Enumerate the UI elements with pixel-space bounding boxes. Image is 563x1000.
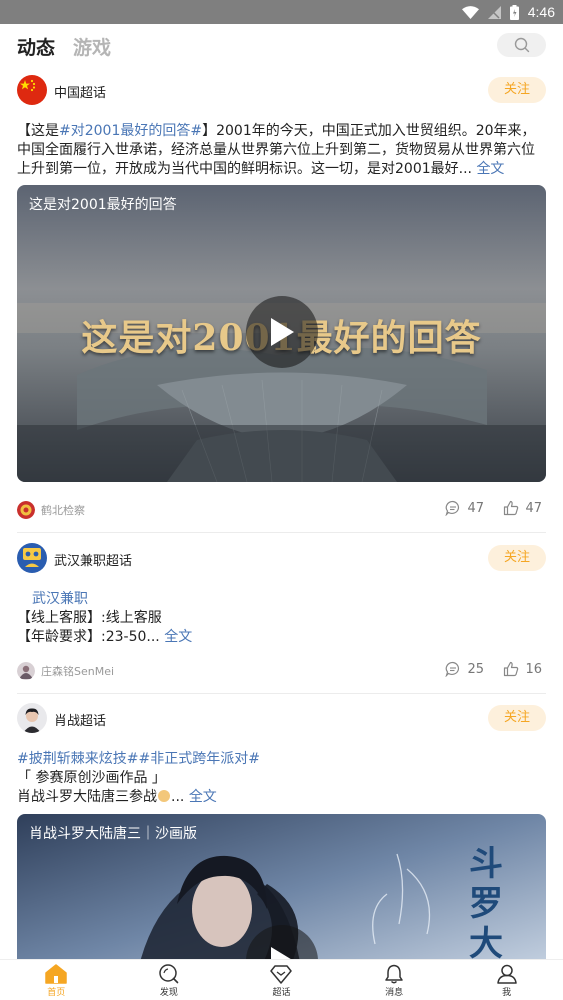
person-icon (496, 964, 517, 984)
comment-icon (445, 500, 460, 516)
nav-label: 首页 (47, 988, 66, 998)
post-text[interactable]: 武汉兼职 【线上客服】:线上客服 【年龄要求】:23-50... 全文 (17, 590, 546, 647)
author-avatar[interactable] (17, 501, 35, 519)
nav-label: 超话 (272, 988, 291, 998)
follow-button[interactable]: 关注 (488, 77, 546, 103)
post-header: 肖战超话 关注 (17, 703, 546, 735)
video-player[interactable]: 这是对2001最好的回答 这是对2001最好的回答 (17, 185, 546, 482)
post-footer: 鹤北检察 47 47 (17, 499, 546, 521)
expand-full-text[interactable]: 全文 (476, 161, 504, 177)
group-name[interactable]: 中国超话 (54, 82, 106, 101)
post-footer: 庄森铭SenMei 25 16 (17, 660, 546, 682)
author-name[interactable]: 鹤北检察 (41, 502, 85, 518)
author-avatar[interactable] (17, 662, 35, 680)
nav-me[interactable]: 我 (450, 960, 563, 1000)
comment-icon (445, 661, 460, 677)
play-icon (271, 318, 294, 346)
thumbs-up-icon (504, 500, 519, 516)
post-header: 中国超话 关注 (17, 75, 546, 107)
diamond-icon (270, 965, 293, 984)
bell-icon (385, 964, 403, 984)
topic-link[interactable]: #对2001最好的回答# (59, 123, 202, 139)
nav-home[interactable]: 首页 (0, 960, 113, 1000)
tab-dynamic[interactable]: 动态 (17, 33, 55, 60)
nav-label: 我 (502, 988, 512, 998)
discover-icon (159, 964, 179, 984)
home-icon (45, 964, 68, 984)
tab-games[interactable]: 游戏 (73, 33, 111, 60)
video-calligraphy-text: 斗罗大 (469, 844, 503, 959)
expand-full-text[interactable]: 全文 (189, 789, 217, 805)
play-icon (271, 947, 291, 959)
status-bar: 4:46 (0, 0, 563, 24)
signal-icon (487, 5, 501, 19)
top-bar: 动态 游戏 (0, 24, 563, 66)
like-button[interactable]: 16 (503, 661, 542, 677)
nav-super-topic[interactable]: 超话 (225, 960, 338, 1000)
video-title: 肖战斗罗大陆唐三｜沙画版 (29, 826, 197, 842)
wifi-icon (461, 5, 479, 19)
comment-button[interactable]: 47 (445, 500, 484, 516)
nav-label: 发现 (159, 988, 178, 998)
post-text[interactable]: 【这是#对2001最好的回答#】2001年的今天，中国正式加入世贸组织。20年来… (17, 122, 546, 179)
bottom-nav: 首页 发现 超话 消息 我 (0, 959, 563, 1000)
emoji-icon (158, 790, 170, 802)
search-button[interactable] (497, 33, 546, 57)
follow-button[interactable]: 关注 (488, 545, 546, 571)
group-avatar[interactable] (17, 703, 47, 733)
author-name[interactable]: 庄森铭SenMei (41, 663, 114, 679)
comment-button[interactable]: 25 (445, 661, 484, 677)
topic-link[interactable]: #披荆斩棘来炫技##非正式跨年派对# (17, 750, 546, 769)
battery-icon (509, 4, 519, 20)
topic-tag[interactable]: 武汉兼职 (17, 590, 546, 609)
divider (17, 693, 546, 694)
play-button[interactable] (246, 296, 318, 368)
group-avatar[interactable] (17, 543, 47, 573)
group-name[interactable]: 肖战超话 (54, 710, 106, 729)
divider (17, 532, 546, 533)
video-player[interactable]: 肖战斗罗大陆唐三｜沙画版 斗罗大 (17, 814, 546, 959)
like-count: 16 (525, 661, 542, 677)
comment-count: 47 (467, 500, 484, 516)
nav-label: 消息 (385, 988, 404, 998)
nav-messages[interactable]: 消息 (338, 960, 451, 1000)
video-title: 这是对2001最好的回答 (29, 197, 177, 213)
follow-button[interactable]: 关注 (488, 705, 546, 731)
like-count: 47 (525, 500, 542, 516)
comment-count: 25 (467, 661, 484, 677)
group-name[interactable]: 武汉兼职超话 (54, 550, 132, 569)
like-button[interactable]: 47 (503, 500, 542, 516)
post-text[interactable]: #披荆斩棘来炫技##非正式跨年派对# 「 参赛原创沙画作品 」 肖战斗罗大陆唐三… (17, 750, 546, 807)
status-time: 4:46 (527, 4, 555, 20)
group-avatar[interactable] (17, 75, 47, 105)
expand-full-text[interactable]: 全文 (164, 629, 192, 645)
thumbs-up-icon (504, 661, 519, 677)
search-icon (514, 37, 529, 53)
feed[interactable]: 中国超话 关注 【这是#对2001最好的回答#】2001年的今天，中国正式加入世… (0, 66, 563, 959)
post-header: 武汉兼职超话 关注 (17, 543, 546, 575)
nav-discover[interactable]: 发现 (113, 960, 226, 1000)
